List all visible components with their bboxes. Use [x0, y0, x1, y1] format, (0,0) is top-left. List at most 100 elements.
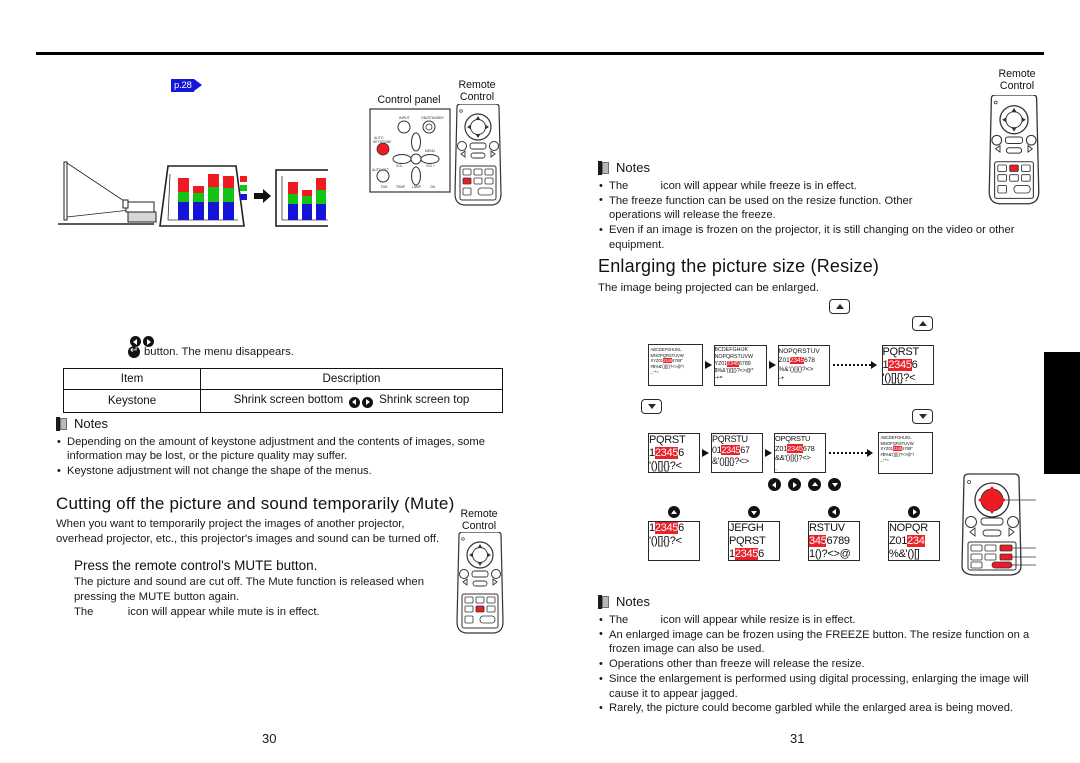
resize-frame-out-scale-1: ABCDEFGHIJKL MNOPQRSTUVW XYZ0123456789" … — [878, 432, 933, 474]
zoom-out-button-icon-1[interactable] — [641, 396, 662, 414]
freeze-notes-list: The icon will appear while freeze is in … — [598, 178, 1044, 252]
resize-frame-scale-4: PQRST 123456 '()[]{}?< — [881, 345, 934, 385]
pan-left-button-icon[interactable] — [768, 478, 781, 491]
svg-text:ON/STANDBY: ON/STANDBY — [421, 116, 445, 120]
remote-control-diagram-mute — [454, 531, 506, 641]
top-horizontal-rule — [36, 52, 1044, 55]
mute-step-body-2-post: icon will appear while mute is in effect… — [127, 606, 320, 619]
resize-notes-list: The icon will appear while resize is in … — [598, 612, 1044, 716]
menu-step-text: button. The menu disappears. — [144, 346, 294, 358]
pan-down-button-icon[interactable] — [828, 478, 841, 491]
resize-frame-pan-up: 123456 '()[]{}?< — [648, 521, 700, 561]
remote-control-caption-top-middle: Remote Control — [458, 79, 496, 104]
zoom-out-sequence: PQRST 123456 '()[]{}?< PQRSTU 01234567 &… — [648, 432, 933, 474]
zoom-in-sequence: ABCDEFGHIJKL MNOPQRSTUVW XYZ0123456789" … — [648, 344, 934, 386]
list-item: An enlarged image can be frozen using th… — [598, 627, 1044, 657]
keystone-table: Item Description Keystone Shrink screen … — [63, 368, 503, 413]
table-cell-description-keystone: Shrink screen bottom Shrink screen top — [200, 389, 503, 413]
resize-frame-scale-2: BCDEFGHIJK NOPQRSTUVW YZ0123456789 $%&'(… — [713, 344, 767, 386]
pan-right-button-icon[interactable] — [788, 478, 801, 491]
mute-step-body-2: The icon will appear while mute is in ef… — [74, 605, 446, 620]
chevron-up-icon[interactable] — [829, 299, 850, 314]
zoom-in-button-icon-2[interactable] — [912, 313, 933, 331]
resize-frame-scale-3: NOPQRSTUV Z012345678 %&'()[]{}?<> -+ — [777, 344, 830, 386]
remote-control-svg-b — [456, 531, 504, 634]
zoom-in-button-icon-1[interactable] — [829, 296, 850, 314]
mute-heading: Cutting off the picture and sound tempor… — [56, 494, 455, 513]
svg-text:FAN: FAN — [381, 185, 388, 189]
keystone-notes-list: Depending on the amount of keystone adju… — [56, 435, 506, 479]
keystone-desc-left: Shrink screen bottom — [233, 393, 344, 406]
remote-control-caption-top-right: Remote Control — [998, 68, 1036, 93]
pan-result-right: NOPQR Z01234 %&'()[] — [888, 506, 940, 561]
sequence-dotted-arrow-icon — [829, 449, 875, 457]
keystone-illustration-svg — [58, 161, 355, 227]
pan-up-button-icon[interactable] — [808, 478, 821, 491]
notes-title: Notes — [616, 160, 650, 175]
page-reference-arrow-icon — [193, 79, 202, 91]
keystone-arrow-pair — [349, 396, 373, 408]
page-reference-label: p.28 — [171, 79, 194, 92]
resize-note-pre: The — [609, 614, 629, 626]
control-panel-caption: Control panel — [377, 94, 441, 106]
pan-up-button-icon[interactable] — [668, 506, 680, 518]
mute-step-heading: Press the remote control's MUTE button. — [74, 558, 318, 574]
svg-text:VOL +: VOL + — [426, 164, 435, 168]
resize-frame-out-scale-4: PQRST 123456 '()[]{}?< — [648, 433, 700, 473]
list-item: Even if an image is frozen on the projec… — [598, 223, 1044, 252]
chevron-down-icon[interactable] — [641, 399, 662, 414]
freeze-notes-block: Notes The icon will appear while freeze … — [598, 160, 1044, 253]
list-item: The freeze function can be used on the r… — [598, 193, 949, 223]
remote-control-caption-mute: Remote Control — [460, 508, 498, 533]
page-reference-badge-p28[interactable]: p.28 — [171, 79, 202, 92]
sequence-arrow-icon — [768, 361, 776, 369]
list-item: Operations other than freeze will releas… — [598, 657, 1044, 672]
resize-frame-out-scale-3: PQRSTU 01234567 &'()[]{}?<> — [711, 433, 763, 473]
zoom-out-button-icon-2[interactable] — [912, 406, 933, 424]
chapter-edge-tab — [1044, 352, 1080, 474]
page-number-right: 31 — [790, 731, 805, 746]
remote-control-svg-a — [454, 103, 502, 206]
pan-left-button-icon[interactable] — [828, 506, 840, 518]
pan-result-up: 123456 '()[]{}?< — [648, 506, 700, 561]
mute-step-block: Press the remote control's MUTE button. … — [74, 557, 446, 620]
table-header-item: Item — [63, 368, 201, 390]
svg-text:ON: ON — [430, 185, 436, 189]
manual-page-spread: p.28 Control panel INPUT ON/STANDBY AUTO… — [0, 0, 1080, 763]
control-panel-svg: INPUT ON/STANDBY AUTO KEYSTONE MENU VOL … — [369, 108, 451, 193]
resize-frame-pan-down: JEFGH PQRST 123456 — [728, 521, 780, 561]
menu-step-text-row: button. The menu disappears. — [128, 345, 448, 358]
right-arrow-button-icon[interactable] — [361, 396, 373, 408]
page-number-left: 30 — [262, 731, 277, 746]
remote-control-diagram-resize — [952, 470, 1038, 583]
resize-frame-pan-right: NOPQR Z01234 %&'()[] — [888, 521, 940, 561]
freeze-note-pre: The — [609, 180, 629, 192]
keystone-illustration — [58, 160, 355, 237]
list-item: Rarely, the picture could become garbled… — [598, 701, 1044, 716]
sequence-dotted-arrow-icon — [832, 361, 879, 369]
svg-text:MENU: MENU — [425, 149, 436, 153]
resize-heading: Enlarging the picture size (Resize) — [598, 256, 880, 276]
freeze-note-post: icon will appear while freeze is in effe… — [660, 180, 857, 192]
sequence-arrow-icon — [765, 449, 772, 457]
table-cell-item-keystone: Keystone — [63, 389, 201, 413]
left-arrow-button-icon[interactable] — [349, 396, 361, 408]
pan-right-button-icon[interactable] — [908, 506, 920, 518]
sequence-arrow-icon — [702, 449, 709, 457]
mute-step-body-1: The picture and sound are cut off. The M… — [74, 576, 424, 603]
list-item: Since the enlargement is performed using… — [598, 672, 1041, 701]
resize-notes-block: Notes The icon will appear while resize … — [598, 594, 1044, 716]
list-item: The icon will appear while freeze is in … — [598, 178, 1044, 193]
pan-down-button-icon[interactable] — [748, 506, 760, 518]
svg-text:INPUT: INPUT — [399, 116, 411, 120]
chevron-up-icon[interactable] — [912, 316, 933, 331]
remote-control-diagram-top-middle — [452, 103, 504, 213]
notes-title: Notes — [616, 594, 650, 609]
keystone-notes-block: Notes Depending on the amount of keyston… — [56, 416, 506, 479]
chevron-down-icon[interactable] — [912, 409, 933, 424]
mute-step-body-2-pre: The — [74, 606, 94, 619]
mute-section: Cutting off the picture and sound tempor… — [56, 494, 455, 620]
note-flag-icon — [598, 594, 609, 609]
notes-heading: Notes — [598, 594, 1044, 609]
enter-button-icon[interactable] — [128, 345, 140, 358]
